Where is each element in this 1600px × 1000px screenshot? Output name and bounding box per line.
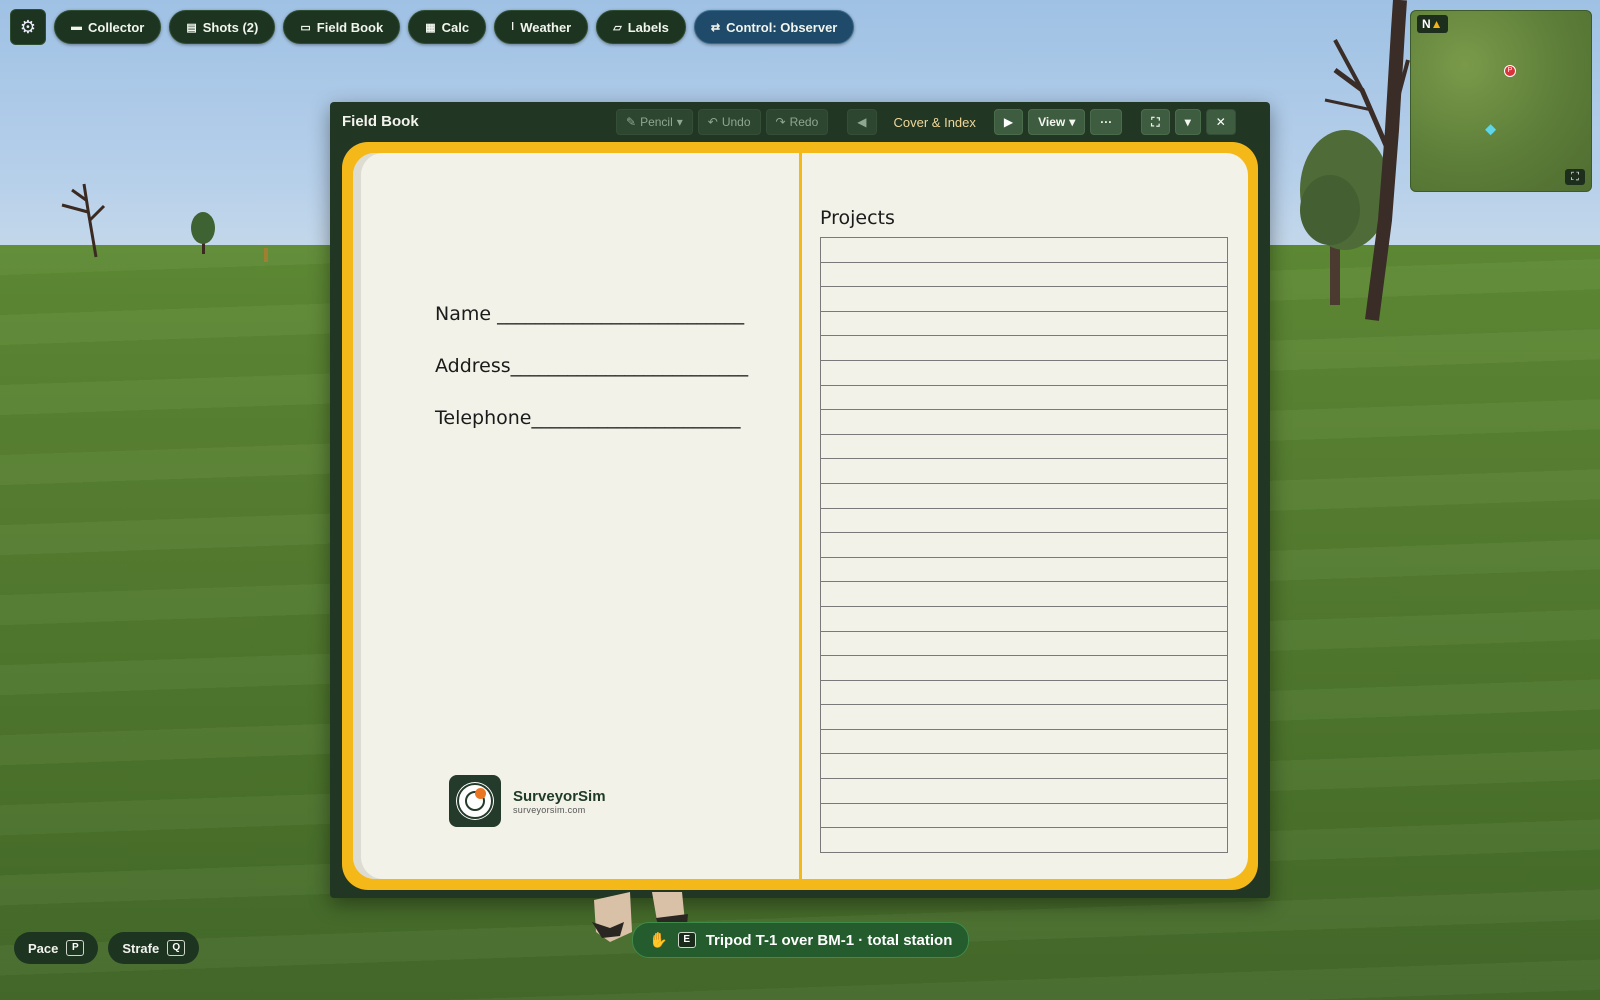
name-field-line[interactable]: Name __________________________ bbox=[435, 303, 744, 325]
close-icon: ✕ bbox=[1215, 115, 1226, 129]
projects-table-row[interactable] bbox=[821, 386, 1227, 411]
shots-button[interactable]: ▤ Shots (2) bbox=[169, 10, 276, 44]
telephone-field-line[interactable]: Telephone______________________ bbox=[435, 407, 741, 429]
redo-icon: ↷ bbox=[775, 115, 786, 129]
projects-table-row[interactable] bbox=[821, 263, 1227, 288]
top-toolbar: ⚙ ▬ Collector ▤ Shots (2) ▭ Field Book ▦… bbox=[10, 9, 855, 45]
hint-text: Tripod T-1 over BM-1 · total station bbox=[705, 931, 953, 949]
movement-controls: Pace P Strafe Q bbox=[14, 932, 200, 964]
fullscreen-icon: ⛶ bbox=[1151, 114, 1160, 129]
swap-icon: ⇄ bbox=[710, 21, 721, 34]
interaction-hint[interactable]: ✋ E Tripod T-1 over BM-1 · total station bbox=[632, 922, 970, 958]
window-title: Field Book bbox=[342, 113, 419, 130]
surveyorsim-logo: SurveyorSim surveyorsim.com bbox=[449, 775, 606, 827]
window-dropdown-button[interactable]: ▾ bbox=[1174, 109, 1201, 135]
hand-icon: ✋ bbox=[649, 932, 668, 949]
projects-table-row[interactable] bbox=[821, 238, 1227, 263]
minimap[interactable]: N▲ P ⬥ ⛶ bbox=[1410, 10, 1592, 192]
pencil-tool-button[interactable]: ✎ Pencil ▾ bbox=[616, 109, 693, 135]
redo-button[interactable]: ↷ Redo bbox=[765, 109, 829, 135]
weather-button[interactable]: ǀ Weather bbox=[494, 10, 589, 44]
thermometer-icon: ǀ bbox=[511, 21, 515, 33]
projects-table-row[interactable] bbox=[821, 459, 1227, 484]
distant-figure bbox=[264, 248, 268, 262]
left-page[interactable]: Name __________________________ Address_… bbox=[353, 153, 799, 879]
projects-table-row[interactable] bbox=[821, 705, 1227, 730]
projects-table-row[interactable] bbox=[821, 779, 1227, 804]
minimap-north-indicator: N▲ bbox=[1417, 15, 1448, 33]
small-tree-left bbox=[191, 212, 215, 254]
calc-button[interactable]: ▦ Calc bbox=[408, 10, 487, 44]
projects-table-row[interactable] bbox=[821, 828, 1227, 852]
projects-table-row[interactable] bbox=[821, 607, 1227, 632]
field-book-cover: Name __________________________ Address_… bbox=[342, 142, 1258, 890]
strafe-key-hint: Q bbox=[167, 940, 186, 956]
calculator-icon: ▦ bbox=[425, 21, 436, 34]
strafe-button[interactable]: Strafe Q bbox=[108, 932, 200, 964]
address-field-line[interactable]: Address_________________________ bbox=[435, 355, 748, 377]
logo-name: SurveyorSim bbox=[513, 787, 606, 805]
collector-button[interactable]: ▬ Collector bbox=[54, 10, 162, 44]
right-page[interactable]: Projects bbox=[802, 153, 1248, 879]
next-arrow-icon: ▶ bbox=[1003, 115, 1014, 129]
settings-button[interactable]: ⚙ bbox=[10, 9, 46, 45]
projects-table-row[interactable] bbox=[821, 336, 1227, 361]
interact-key: E bbox=[677, 932, 696, 948]
current-page-label: Cover & Index bbox=[893, 114, 976, 130]
projects-table-row[interactable] bbox=[821, 804, 1227, 829]
field-book-window: Field Book ✎ Pencil ▾ ↶ Undo ↷ Redo ◀ Co… bbox=[330, 102, 1270, 898]
more-icon: ··· bbox=[1100, 115, 1113, 129]
projects-table-row[interactable] bbox=[821, 754, 1227, 780]
bare-tree-far-left bbox=[61, 183, 106, 258]
projects-table-row[interactable] bbox=[821, 558, 1227, 583]
projects-table-row[interactable] bbox=[821, 730, 1227, 755]
book-icon: ▭ bbox=[300, 21, 311, 34]
previous-arrow-icon: ◀ bbox=[857, 115, 867, 129]
north-arrow-icon: ▲ bbox=[1430, 17, 1443, 31]
collector-icon: ▬ bbox=[71, 21, 82, 33]
minimap-expand-button[interactable]: ⛶ bbox=[1565, 169, 1585, 185]
chevron-down-icon: ▾ bbox=[1184, 115, 1191, 129]
minimap-point-marker-icon: P bbox=[1504, 65, 1516, 77]
labels-button[interactable]: ▱ Labels bbox=[596, 10, 686, 44]
previous-page-button[interactable]: ◀ bbox=[847, 109, 877, 135]
view-menu-button[interactable]: View ▾ bbox=[1028, 109, 1086, 135]
projects-index-table[interactable] bbox=[820, 237, 1228, 853]
control-observer-button[interactable]: ⇄ Control: Observer bbox=[693, 10, 855, 44]
logo-url: surveyorsim.com bbox=[513, 804, 586, 815]
chevron-down-icon: ▾ bbox=[676, 115, 683, 129]
projects-table-row[interactable] bbox=[821, 533, 1227, 558]
projects-heading: Projects bbox=[820, 207, 895, 229]
projects-table-row[interactable] bbox=[821, 484, 1227, 509]
expand-icon: ⛶ bbox=[1571, 170, 1579, 183]
field-book-button[interactable]: ▭ Field Book bbox=[283, 10, 401, 44]
gear-icon: ⚙ bbox=[19, 16, 37, 37]
label-icon: ▱ bbox=[613, 21, 622, 34]
projects-table-row[interactable] bbox=[821, 410, 1227, 435]
surveyorsim-logo-icon bbox=[449, 775, 501, 827]
projects-table-row[interactable] bbox=[821, 509, 1227, 534]
projects-table-row[interactable] bbox=[821, 361, 1227, 386]
field-book-toolbar: ✎ Pencil ▾ ↶ Undo ↷ Redo ◀ Cover & Index… bbox=[616, 109, 1241, 135]
pace-key-hint: P bbox=[66, 940, 85, 956]
undo-icon: ↶ bbox=[707, 115, 718, 129]
fullscreen-button[interactable]: ⛶ bbox=[1141, 109, 1170, 135]
projects-table-row[interactable] bbox=[821, 435, 1227, 460]
undo-button[interactable]: ↶ Undo bbox=[697, 109, 761, 135]
projects-table-row[interactable] bbox=[821, 632, 1227, 657]
projects-table-row[interactable] bbox=[821, 656, 1227, 681]
pace-button[interactable]: Pace P bbox=[14, 932, 99, 964]
minimap-player-icon: ⬥ bbox=[1485, 121, 1497, 138]
pencil-icon: ✎ bbox=[626, 115, 637, 129]
projects-table-row[interactable] bbox=[821, 312, 1227, 337]
shots-icon: ▤ bbox=[186, 21, 197, 34]
close-button[interactable]: ✕ bbox=[1205, 109, 1236, 135]
projects-table-row[interactable] bbox=[821, 582, 1227, 607]
projects-table-row[interactable] bbox=[821, 287, 1227, 312]
chevron-down-icon: ▾ bbox=[1069, 115, 1076, 129]
projects-table-row[interactable] bbox=[821, 681, 1227, 706]
next-page-button[interactable]: ▶ bbox=[993, 109, 1024, 135]
more-options-button[interactable]: ··· bbox=[1090, 109, 1123, 135]
